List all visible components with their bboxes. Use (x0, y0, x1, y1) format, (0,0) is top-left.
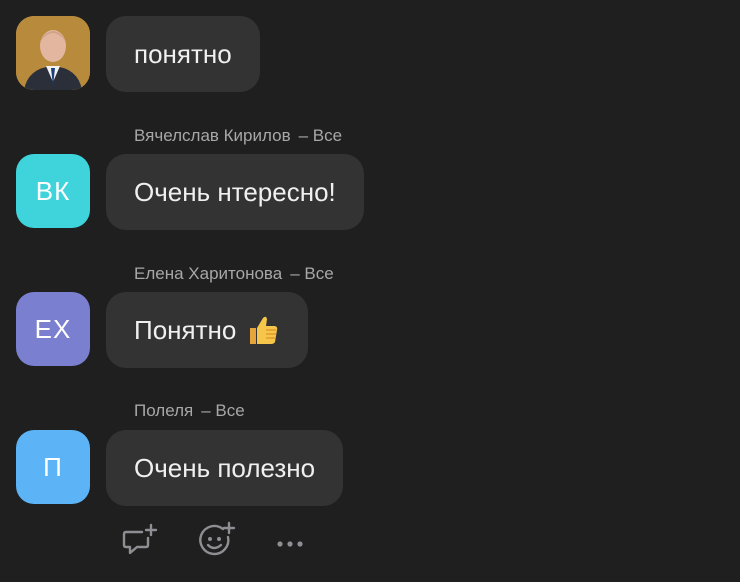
avatar[interactable]: ВК (16, 154, 90, 228)
message-text: Очень полезно (134, 452, 316, 483)
add-reaction-icon (199, 521, 236, 556)
author-name[interactable]: Елена Харитонова (134, 264, 282, 283)
avatar[interactable]: ЕХ (16, 292, 90, 366)
message-meta: Вячелслав Кирилов – Все (134, 126, 342, 146)
message-bubble[interactable]: понятно (106, 16, 260, 92)
message-meta: Полеля – Все (134, 401, 245, 421)
thumbs-up-icon (244, 312, 280, 348)
audience-label: – Все (290, 264, 334, 283)
avatar-initials: ВК (35, 175, 71, 206)
avatar[interactable]: П (16, 430, 90, 504)
author-name[interactable]: Полеля (134, 401, 193, 420)
message-actions (118, 518, 318, 566)
message-bubble[interactable]: Очень полезно (106, 430, 344, 506)
more-button[interactable] (268, 518, 312, 562)
message-text: понятно (134, 38, 232, 69)
add-reaction-button[interactable] (194, 518, 238, 562)
message-text: Очень нтересно! (134, 176, 336, 207)
message-bubble[interactable]: Понятно (106, 292, 309, 368)
author-name[interactable]: Вячелслав Кирилов (134, 126, 291, 145)
message-text: Понятно (134, 314, 237, 345)
avatar[interactable] (16, 16, 90, 90)
person-photo-icon (16, 16, 90, 90)
more-icon (277, 541, 303, 547)
audience-label: – Все (201, 401, 245, 420)
audience-label: – Все (298, 126, 343, 145)
message-bubble[interactable]: Очень нтересно! (106, 154, 364, 230)
add-comment-button[interactable] (118, 518, 162, 562)
avatar-initials: П (43, 451, 63, 482)
message-meta: Елена Харитонова – Все (134, 264, 334, 284)
add-comment-icon (122, 523, 158, 555)
avatar-initials: ЕХ (34, 313, 72, 344)
